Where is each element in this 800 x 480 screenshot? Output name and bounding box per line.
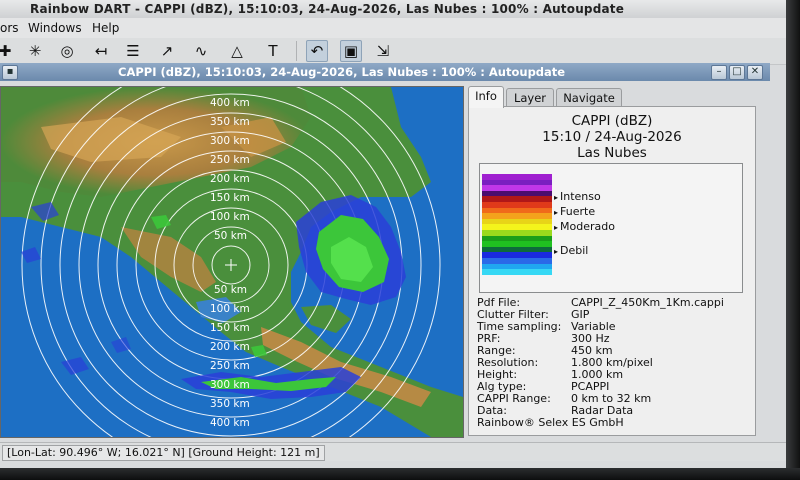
menu-windows[interactable]: Windows (28, 18, 82, 38)
freehand-tool-icon[interactable]: ∿ (190, 40, 212, 62)
close-icon[interactable]: ✕ (747, 65, 763, 80)
polygon-tool-icon[interactable]: △ (226, 40, 248, 62)
range-label: 100 km (210, 211, 250, 223)
screen: Rainbow DART - CAPPI (dBZ), 15:10:03, 24… (0, 0, 786, 468)
range-label: 150 km (210, 192, 250, 204)
info-panel: CAPPI (dBZ) 15:10 / 24-Aug-2026 Las Nube… (468, 106, 756, 436)
legend-label-moderado: Moderado (554, 220, 615, 233)
range-label: 350 km (210, 398, 250, 410)
maximize-icon[interactable]: □ (729, 65, 745, 80)
menu-help[interactable]: Help (92, 18, 119, 38)
toolbar: ✚ ✳ ◎ ↤ ☰ ↗ ∿ △ T ↶ ▣ ⇲ (0, 38, 786, 65)
legend-label-fuerte: Fuerte (554, 205, 595, 218)
legend-label-intenso: Intenso (554, 190, 601, 203)
status-bar: [Lon-Lat: 90.496° W; 16.021° N] [Ground … (0, 442, 786, 461)
info-row-prf: PRF: 300 Hz (477, 332, 610, 345)
radar-map[interactable]: 400 km 350 km 300 km 250 km 200 km 150 k… (0, 86, 464, 438)
product-time: 15:10 / 24-Aug-2026 (542, 129, 682, 145)
minimize-icon[interactable]: – (711, 65, 727, 80)
map-window-title: CAPPI (dBZ), 15:10:03, 24-Aug-2026, Las … (118, 65, 566, 79)
legend-label-debil: Debil (554, 244, 588, 257)
range-label: 250 km (210, 360, 250, 372)
info-row-time-sampling: Time sampling: Variable (477, 320, 616, 333)
range-label: 300 km (210, 379, 250, 391)
product-name: CAPPI (dBZ) (571, 113, 653, 129)
export-icon[interactable]: ⇲ (372, 40, 394, 62)
cursor-coordinates: [Lon-Lat: 90.496° W; 16.021° N] [Ground … (2, 445, 325, 461)
cross-section-tool-icon[interactable]: ☰ (122, 40, 144, 62)
app-title: Rainbow DART - CAPPI (dBZ), 15:10:03, 24… (30, 2, 625, 16)
radar-site-name: Las Nubes (577, 145, 647, 161)
color-legend: Intenso Fuerte Moderado Debil (479, 163, 743, 293)
toolbar-separator (296, 41, 297, 61)
tab-navigate[interactable]: Navigate (556, 88, 622, 107)
tab-layer[interactable]: Layer (506, 88, 554, 107)
app-title-bar: Rainbow DART - CAPPI (dBZ), 15:10:03, 24… (0, 0, 786, 19)
window-menu-icon[interactable]: ▪ (2, 65, 18, 80)
monitor-bezel-bottom (0, 468, 800, 480)
range-label: 100 km (210, 303, 250, 315)
range-label: 250 km (210, 154, 250, 166)
range-label: 350 km (210, 116, 250, 128)
monitor-bezel-right (786, 0, 800, 480)
range-label: 50 km (214, 284, 248, 296)
range-label: 50 km (214, 230, 248, 242)
vendor-footer: Rainbow® Selex ES GmbH (477, 416, 624, 429)
side-panel: Info Layer Navigate CAPPI (dBZ) 15:10 / … (466, 86, 758, 436)
range-label: 200 km (210, 341, 250, 353)
map-window-title-bar: ▪ CAPPI (dBZ), 15:10:03, 24-Aug-2026, La… (0, 63, 770, 81)
menu-bar: ors Windows Help (0, 18, 786, 38)
range-label: 150 km (210, 322, 250, 334)
target-tool-icon[interactable]: ◎ (56, 40, 78, 62)
range-label: 200 km (210, 173, 250, 185)
range-label: 400 km (210, 97, 250, 109)
range-label: 300 km (210, 135, 250, 147)
cross-pointer-icon[interactable]: ✚ (0, 40, 16, 62)
arrow-tool-icon[interactable]: ↗ (156, 40, 178, 62)
layer-toggle-icon[interactable]: ▣ (340, 40, 362, 62)
distance-tool-icon[interactable]: ↤ (90, 40, 112, 62)
asterisk-tool-icon[interactable]: ✳ (24, 40, 46, 62)
menu-colors[interactable]: ors (0, 18, 19, 38)
text-tool-icon[interactable]: T (262, 40, 284, 62)
legend-swatch (482, 269, 552, 276)
tab-info[interactable]: Info (468, 86, 504, 108)
range-label: 400 km (210, 417, 250, 429)
undo-icon[interactable]: ↶ (306, 40, 328, 62)
